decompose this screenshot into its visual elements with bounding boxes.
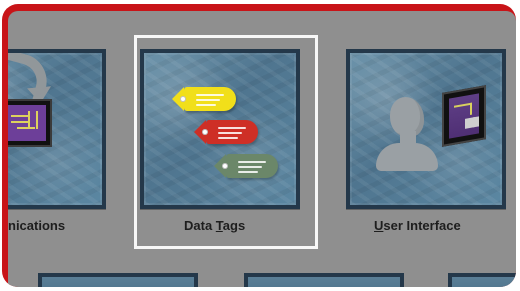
tag-line-icon	[218, 127, 246, 129]
launcher-frame: nications Data Tags User Interface	[2, 4, 516, 287]
circuit-board-icon	[8, 99, 52, 147]
data-tags-tile[interactable]	[140, 49, 300, 209]
communications-label: nications	[8, 218, 65, 233]
monitor-screen-icon	[449, 93, 479, 139]
tag-line-icon	[196, 94, 224, 96]
bottom-tile-center[interactable]	[244, 273, 404, 287]
communications-tile[interactable]	[8, 49, 106, 209]
tag-hole-icon	[222, 163, 228, 169]
circuit-board-screen	[8, 105, 46, 141]
green-tag-icon	[214, 154, 278, 178]
user-profile-icon	[376, 97, 438, 171]
red-tag-icon	[194, 120, 258, 144]
sync-arrow-icon	[8, 53, 53, 106]
tag-hole-icon	[202, 129, 208, 135]
tag-hole-icon	[180, 96, 186, 102]
user-interface-label-mnemonic: U	[374, 218, 384, 233]
bottom-tile-right[interactable]	[448, 273, 516, 287]
data-tags-label: Data Tags	[184, 218, 245, 233]
user-interface-tile[interactable]	[346, 49, 506, 209]
yellow-tag-icon	[172, 87, 236, 111]
launcher-canvas: nications Data Tags User Interface	[8, 11, 516, 287]
tag-line-icon	[218, 137, 238, 139]
monitor-icon	[442, 85, 486, 147]
tag-line-icon	[238, 161, 266, 163]
tag-line-icon	[196, 104, 216, 106]
data-tags-label-prefix: Data	[184, 218, 216, 233]
communications-label-text: nications	[8, 218, 66, 233]
bottom-tile-left[interactable]	[38, 273, 198, 287]
user-interface-label-suffix: ser Interface	[383, 218, 461, 233]
tag-line-icon	[238, 171, 258, 173]
data-tags-label-mnemonic: T	[215, 218, 223, 233]
tag-line-icon	[196, 99, 220, 101]
tag-line-icon	[238, 166, 262, 168]
profile-body-icon	[376, 143, 438, 171]
data-tags-label-suffix: ags	[222, 218, 246, 233]
tag-line-icon	[218, 132, 242, 134]
user-interface-label: User Interface	[374, 218, 461, 233]
